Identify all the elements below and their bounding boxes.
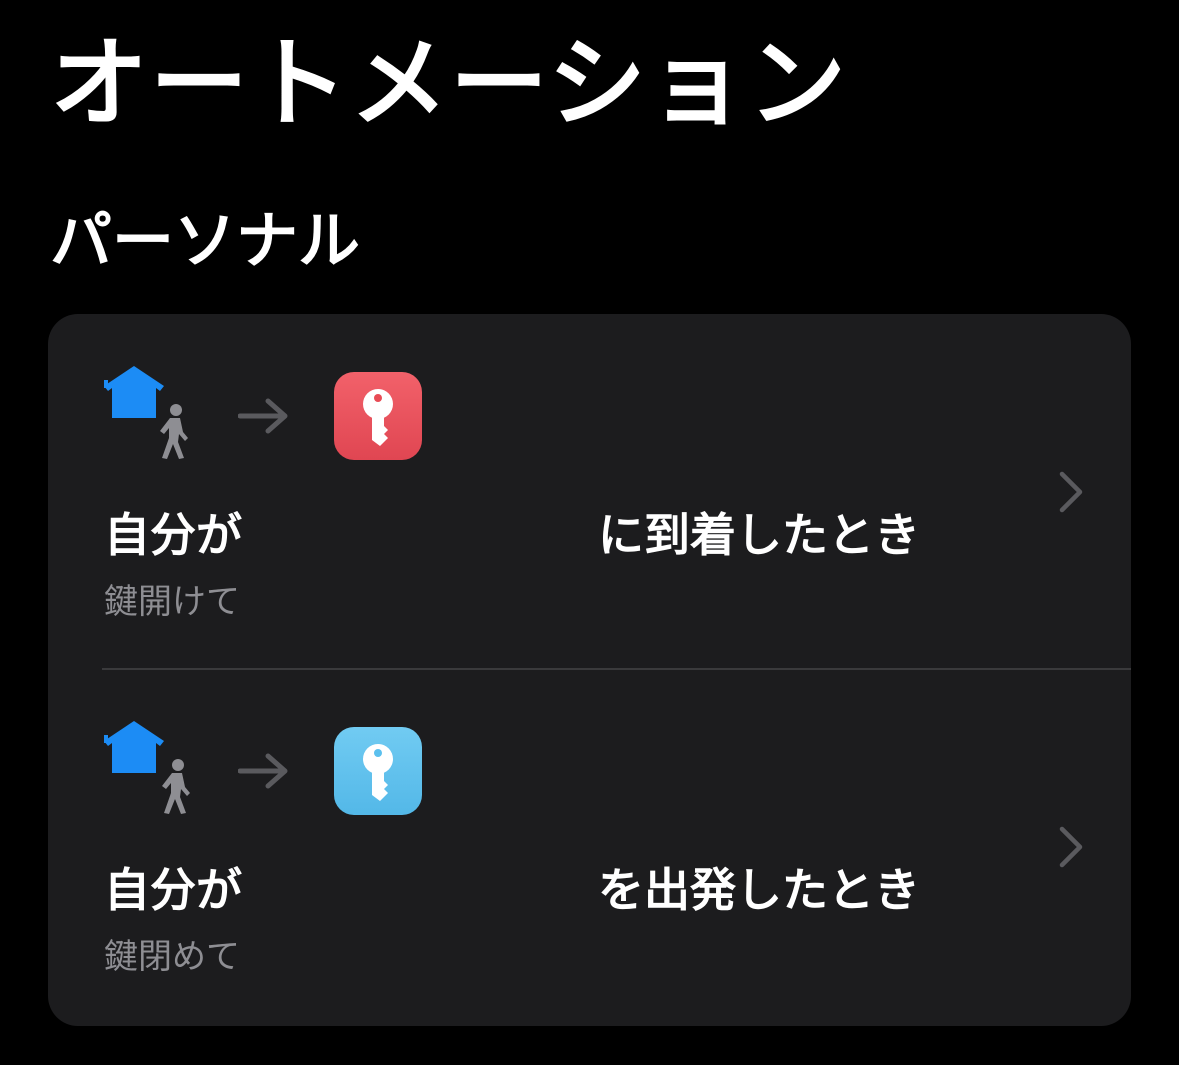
automation-condition: を出発したとき bbox=[598, 863, 920, 917]
arrow-right-icon bbox=[238, 753, 288, 789]
home-person-walking-icon bbox=[104, 366, 198, 462]
chevron-right-icon bbox=[1059, 471, 1083, 513]
automation-subject: 自分が bbox=[104, 508, 242, 562]
automation-list-card: 自分が に到着したとき 鍵開けて 自分が を出発したとき 鍵閉めて bbox=[48, 314, 1131, 1026]
page-title: オートメーション bbox=[50, 27, 849, 141]
key-icon bbox=[363, 389, 393, 446]
shortcut-name: 鍵閉めて bbox=[104, 937, 240, 977]
key-icon bbox=[363, 744, 393, 801]
automation-page: オートメーション パーソナル 自分が に到着したとき 鍵開けて 自分が を出発し… bbox=[0, 0, 1179, 1065]
automation-row-arrive[interactable]: 自分が に到着したとき 鍵開けて bbox=[48, 314, 1131, 669]
chevron-right-icon bbox=[1059, 826, 1083, 868]
automation-row-leave[interactable]: 自分が を出発したとき 鍵閉めて bbox=[48, 669, 1131, 1024]
section-title-personal: パーソナル bbox=[50, 204, 361, 277]
shortcut-tile-lock bbox=[334, 727, 422, 815]
automation-condition: に到着したとき bbox=[598, 508, 920, 562]
shortcut-tile-unlock bbox=[334, 372, 422, 460]
home-person-walking-icon bbox=[104, 721, 198, 817]
shortcut-name: 鍵開けて bbox=[104, 582, 240, 622]
automation-subject: 自分が bbox=[104, 863, 242, 917]
arrow-right-icon bbox=[238, 398, 288, 434]
